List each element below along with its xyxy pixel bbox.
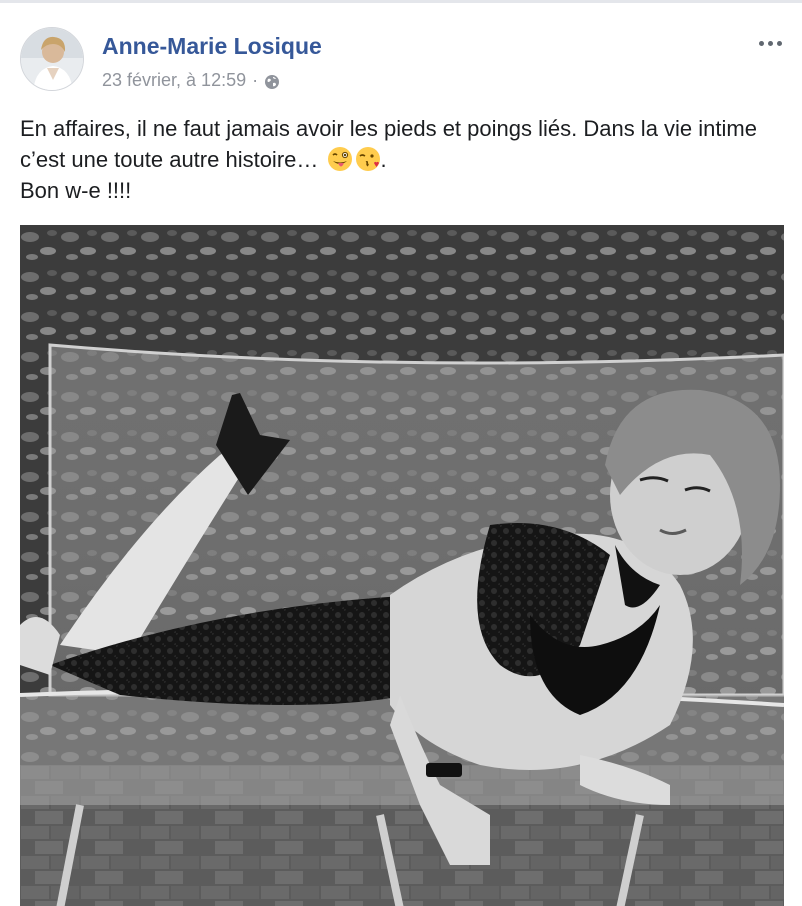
more-options-icon[interactable] <box>754 31 786 55</box>
meta-separator: · <box>252 70 259 90</box>
author-avatar[interactable] <box>20 27 84 91</box>
post-text-line-1-suffix: . <box>380 147 387 172</box>
globe-icon[interactable] <box>264 74 280 90</box>
more-dot <box>767 40 773 46</box>
post-meta: 23 février, à 12:59 · <box>102 70 280 91</box>
post-timestamp[interactable]: 23 février, à 12:59 <box>102 70 246 91</box>
author-name-link[interactable]: Anne-Marie Losique <box>102 33 322 60</box>
winking-face-with-tongue-emoji <box>327 146 353 172</box>
post-text-paragraph: En affaires, il ne faut jamais avoir les… <box>20 113 780 175</box>
post-text-line-1: En affaires, il ne faut jamais avoir les… <box>20 116 757 172</box>
post-text-line-2: Bon w-e !!!! <box>20 178 132 203</box>
post-photo[interactable] <box>20 225 784 906</box>
facebook-post: Anne-Marie Losique 23 février, à 12:59 ·… <box>0 0 802 906</box>
more-dot <box>776 40 782 46</box>
more-dot <box>758 40 764 46</box>
post-text: En affaires, il ne faut jamais avoir les… <box>20 113 780 206</box>
face-blowing-kiss-emoji <box>355 146 381 172</box>
post-header: Anne-Marie Losique 23 février, à 12:59 · <box>0 3 802 103</box>
